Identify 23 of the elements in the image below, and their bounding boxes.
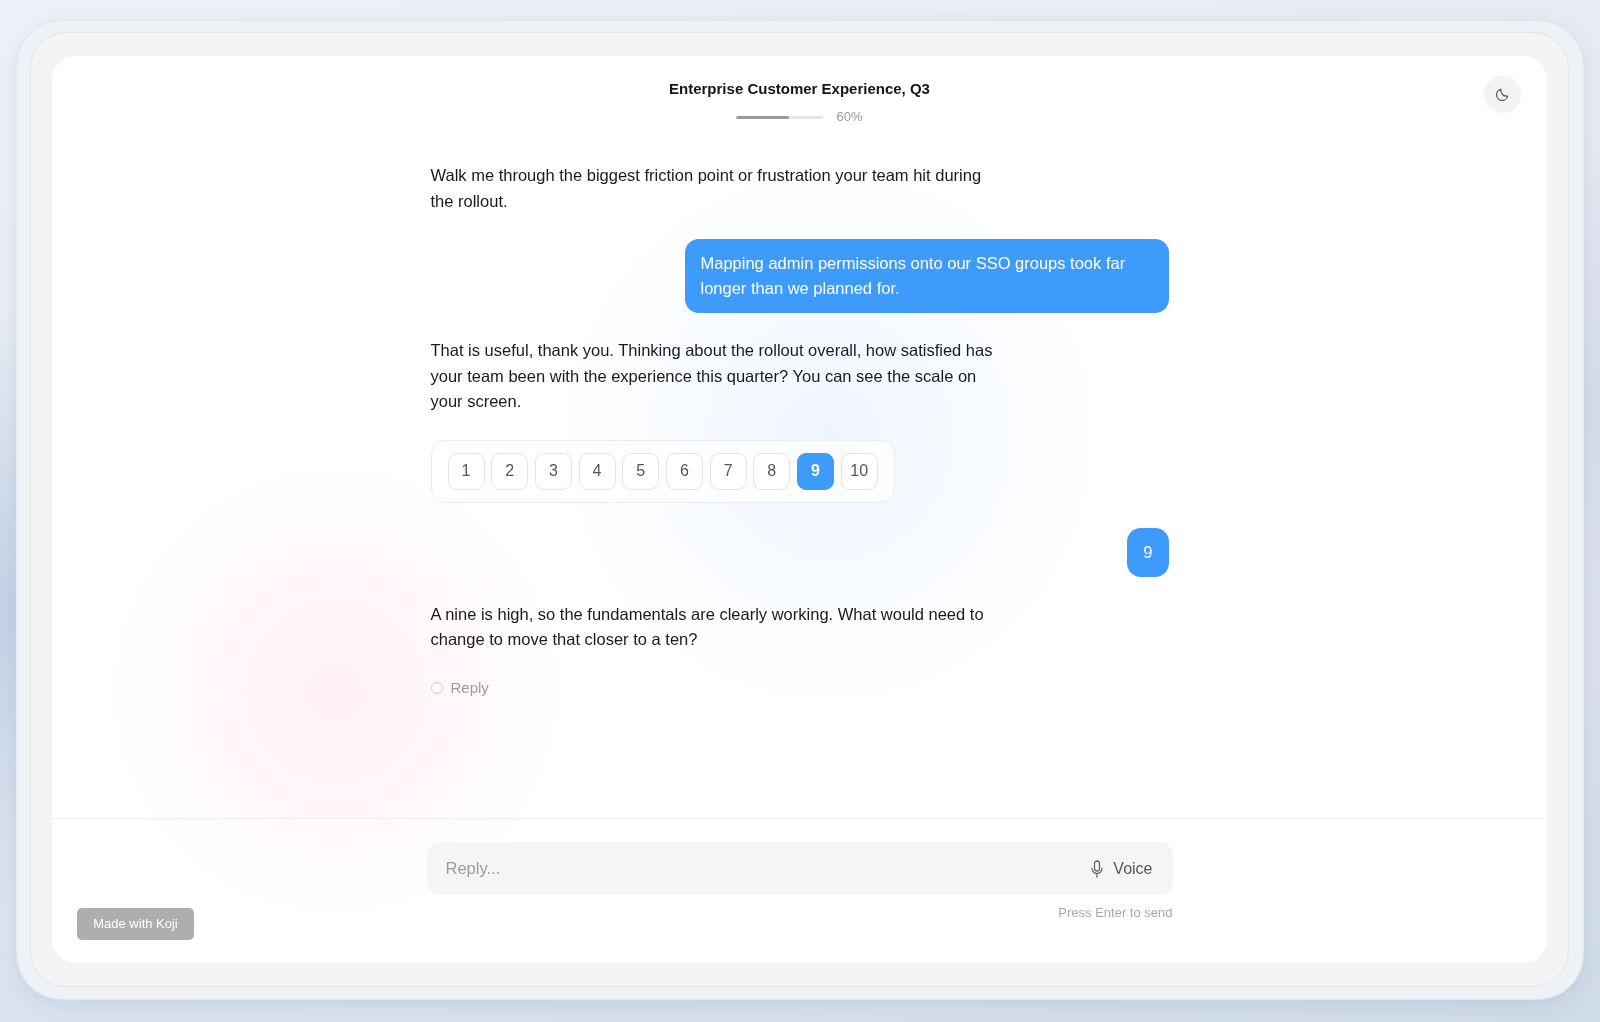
rating-option[interactable]: 8 (753, 452, 791, 490)
rating-option[interactable]: 6 (665, 452, 703, 490)
assistant-message: A nine is high, so the fundamentals are clearly working. What would need to change to move that closer to a ten? (430, 603, 985, 650)
rating-option[interactable]: 3 (534, 452, 572, 490)
voice-button[interactable]: Voice (1091, 859, 1153, 878)
reply-input[interactable]: Reply... (445, 842, 1092, 895)
moon-icon (1495, 87, 1510, 102)
reply-field[interactable]: Reply... Voice (426, 842, 1173, 895)
rating-option[interactable]: 10 (840, 452, 878, 490)
assistant-message: That is useful, thank you. Thinking about the rollout overall, how satisfied has your team been with the experience this quarter? You can see the scale on your screen. (430, 340, 994, 412)
message-bubble: Mapping admin permissions onto our SSO groups took far longer than we planned for. (684, 239, 1169, 313)
microphone-icon (1091, 859, 1104, 878)
progress-label: 60% (836, 109, 863, 125)
rating-option[interactable]: 7 (709, 452, 747, 490)
theme-toggle-button[interactable] (1484, 76, 1521, 113)
send-hint: Press Enter to send (1057, 905, 1173, 921)
survey-title: Enterprise Customer Experience, Q3 (669, 79, 930, 99)
rating-option[interactable]: 5 (622, 452, 660, 490)
assistant-message: Walk me through the biggest friction point or frustration your team hit during the rollout. (430, 165, 983, 212)
message-bubble: 9 (1127, 527, 1169, 577)
rating-option[interactable]: 2 (491, 452, 529, 490)
rating-option[interactable]: 4 (578, 452, 616, 490)
rating-option[interactable]: 1 (447, 452, 485, 490)
